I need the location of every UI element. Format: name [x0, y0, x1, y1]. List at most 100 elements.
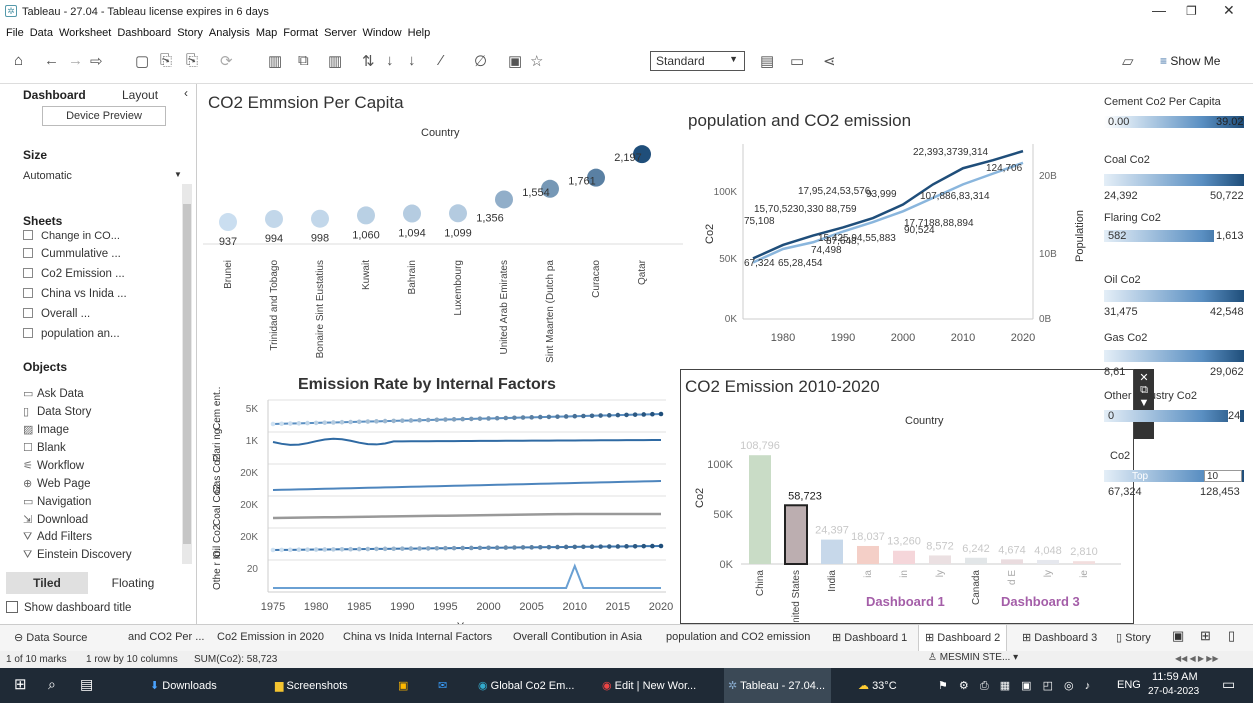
tab-data-source[interactable]: ⊖ Data Source [14, 631, 87, 644]
chart3-point[interactable] [477, 416, 483, 421]
chart3-point[interactable] [417, 546, 422, 551]
chart3-point[interactable] [598, 544, 603, 549]
chart3-point[interactable] [641, 543, 647, 549]
labels-icon[interactable]: ▣ [508, 52, 522, 70]
object-ask-data[interactable]: ▭ Ask Data [23, 387, 84, 400]
pin-icon[interactable]: ☆ [530, 52, 543, 70]
chart3-point[interactable] [365, 546, 371, 552]
new-worksheet-icon[interactable]: ▣ [1172, 628, 1184, 644]
floating-chart-panel[interactable]: CO2 Emission 2010-2020 Country 0K 50K 100K… [680, 369, 1134, 630]
object-navigation[interactable]: ▭ Navigation [23, 495, 91, 508]
chart3-point[interactable] [537, 414, 543, 420]
back-icon[interactable]: ← [44, 52, 59, 69]
tab-sheet[interactable]: China vs Inida Internal Factors [343, 631, 492, 643]
chart4-bar[interactable] [821, 539, 843, 564]
taskbar-downloads[interactable]: ⬇ Downloads [150, 679, 217, 692]
chart3-point[interactable] [615, 412, 621, 418]
chart3-point[interactable] [408, 546, 414, 551]
legend-bar[interactable] [1104, 290, 1244, 302]
chart3-point[interactable] [382, 418, 388, 424]
duplicate-icon[interactable]: ⧉ [298, 52, 309, 69]
chart4-bar[interactable] [929, 555, 951, 564]
chart3-point[interactable] [443, 417, 448, 422]
chart3-point[interactable] [417, 417, 422, 423]
chart3-point[interactable] [400, 418, 405, 423]
object-add-filters[interactable]: ⛛ Add Filters [23, 531, 92, 544]
device-preview-button[interactable]: Device Preview [42, 106, 166, 126]
chart3-point[interactable] [305, 547, 310, 552]
chart3-point[interactable] [520, 545, 526, 550]
chart3-point[interactable] [460, 545, 465, 551]
size-select[interactable]: Automatic [23, 170, 72, 182]
tab-dashboard-3[interactable]: ⊞ Dashboard 3 [1022, 631, 1097, 644]
chart3-point[interactable] [313, 547, 319, 552]
chart3-point[interactable] [641, 412, 647, 417]
chart4-bar[interactable] [1001, 559, 1023, 564]
menu-dashboard[interactable]: Dashboard [117, 27, 171, 39]
legend-bar[interactable] [1104, 350, 1244, 362]
chart3-series-line[interactable] [273, 563, 661, 589]
chart3-point[interactable] [469, 416, 474, 422]
chart4-bar[interactable] [749, 455, 771, 564]
object-data-story[interactable]: ▯ Data Story [23, 405, 91, 418]
group-icon[interactable]: ∅ [474, 52, 487, 70]
chart3-point[interactable] [494, 545, 500, 550]
chart3-series-line[interactable] [272, 480, 662, 491]
menu-server[interactable]: Server [324, 27, 356, 39]
taskbar-tableau[interactable]: ✲ Tableau - 27.04... [724, 668, 832, 703]
tab-dashboard[interactable]: Dashboard [23, 88, 86, 102]
floating-button[interactable]: Floating [92, 572, 174, 594]
clear-sheet-icon[interactable]: ▥ [328, 52, 342, 70]
object-web-page[interactable]: ⊕ Web Page [23, 477, 91, 490]
chart3-series-line[interactable] [272, 437, 662, 446]
chart3-point[interactable] [555, 414, 560, 419]
chart3-point[interactable] [434, 417, 440, 423]
restore-icon[interactable]: ❐ [1186, 4, 1197, 18]
show-me-button[interactable]: ≡ Show Me [1160, 54, 1220, 68]
chart3-point[interactable] [546, 414, 552, 420]
tiled-button[interactable]: Tiled [6, 572, 88, 594]
chart3-point[interactable] [503, 415, 509, 421]
forward-icon[interactable]: → [68, 52, 83, 69]
close-icon[interactable]: ✕ [1223, 2, 1235, 19]
collapse-icon[interactable]: ‹ [184, 86, 188, 100]
new-worksheet-icon[interactable]: ▥ [268, 52, 282, 70]
chart3-point[interactable] [520, 415, 526, 420]
new-datasource-icon[interactable]: ⎘ [160, 52, 172, 69]
chart3-point[interactable] [460, 416, 465, 422]
clock-date[interactable]: 27-04-2023 [1148, 686, 1199, 697]
sort-asc-icon[interactable]: ↓ [386, 52, 394, 69]
chart3-point[interactable] [598, 413, 603, 418]
chart3-point[interactable] [331, 547, 336, 552]
chart3-point[interactable] [296, 421, 302, 426]
chart3-point[interactable] [658, 543, 664, 549]
task-view-icon[interactable]: ▤ [80, 676, 93, 693]
windows-start-icon[interactable]: ⊞ [14, 675, 27, 693]
save-icon[interactable]: ▢ [135, 52, 149, 70]
chart3-point[interactable] [546, 544, 552, 550]
notification-icon[interactable]: ▭ [1222, 676, 1235, 693]
menu-file[interactable]: File [6, 27, 24, 39]
pause-icon[interactable]: ⎘ [186, 52, 198, 69]
sort-desc-icon[interactable]: ↓ [408, 52, 416, 69]
chart3-point[interactable] [658, 411, 664, 417]
new-story-icon[interactable]: ▯ [1228, 628, 1235, 644]
chart1-point[interactable] [311, 209, 329, 228]
chart3-point[interactable] [391, 546, 397, 552]
chart1-point[interactable] [403, 204, 421, 223]
sheet-item[interactable]: Co2 Emission ... [23, 268, 125, 280]
chart4-bar[interactable] [965, 557, 987, 564]
chart3-point[interactable] [606, 544, 612, 549]
chart3-point[interactable] [391, 418, 397, 424]
chart4-bar[interactable] [893, 550, 915, 564]
legend-bar[interactable] [1104, 174, 1244, 186]
chart3-point[interactable] [348, 546, 353, 552]
tooltip-icon[interactable]: ▱ [1122, 52, 1134, 70]
chart4-bar[interactable] [1073, 561, 1095, 564]
search-icon[interactable]: ⌕ [48, 676, 56, 693]
object-image[interactable]: ▨ Image [23, 423, 69, 436]
chart3-point[interactable] [313, 420, 319, 426]
chart3-point[interactable] [322, 547, 328, 552]
chart3-point[interactable] [356, 546, 362, 552]
legend-bar[interactable] [1104, 410, 1244, 422]
